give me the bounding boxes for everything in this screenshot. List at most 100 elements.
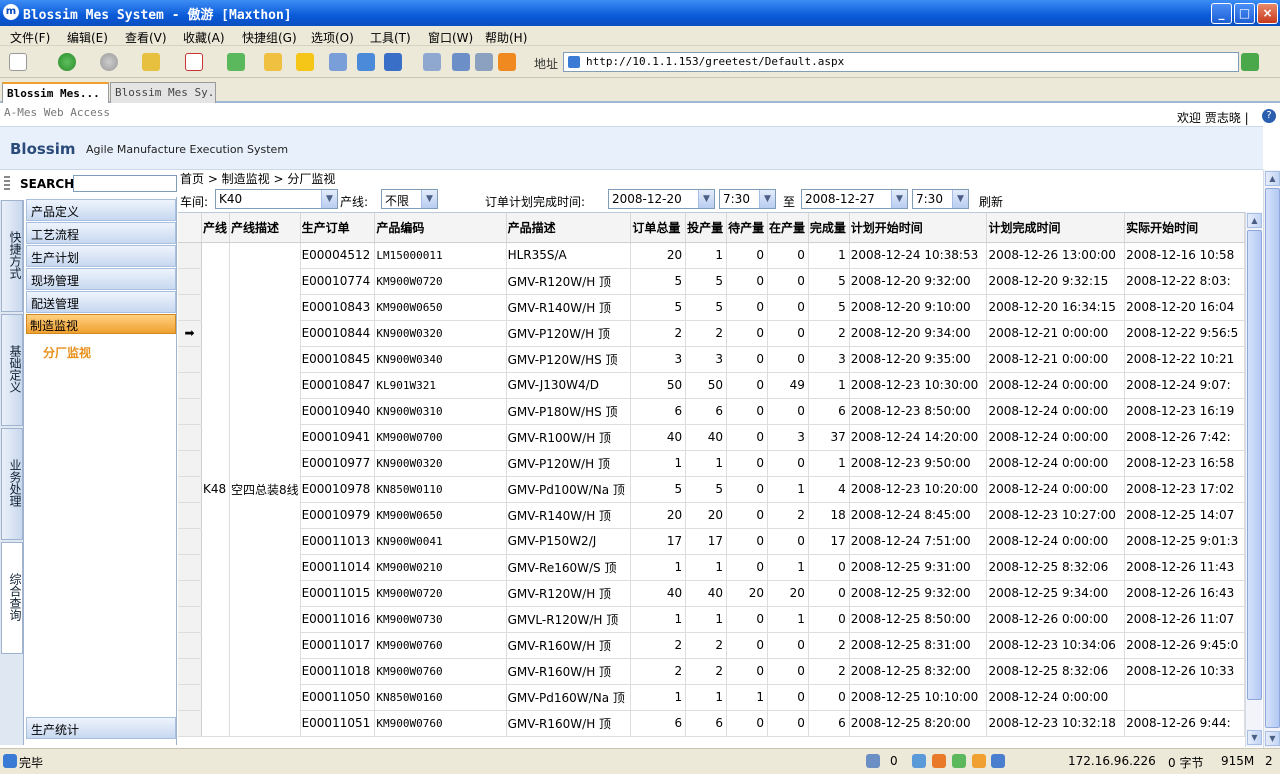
network-icon[interactable] — [952, 754, 966, 768]
stop-icon[interactable] — [185, 53, 203, 71]
table-row[interactable]: E00010978 KN850W0110 GMV-Pd100W/Na 顶550142… — [178, 476, 1245, 503]
row-indicator[interactable] — [178, 554, 202, 581]
table-row[interactable]: E00010843 KM900W0650 GMV-R140W/H 顶 5 5 0 0 5 200… — [178, 294, 1245, 321]
row-indicator[interactable] — [178, 346, 202, 373]
help-icon[interactable]: ? — [1262, 109, 1276, 123]
menu-groups[interactable]: 快捷组(G) — [242, 29, 297, 46]
to-date-select[interactable]: 2008-12-27 ▼ — [801, 189, 908, 209]
drag-handle[interactable] — [4, 176, 10, 192]
row-indicator[interactable] — [178, 710, 202, 737]
tab-inactive[interactable]: Blossim Mes Sy... — [110, 82, 216, 103]
sidebar-item-delivery[interactable]: 配送管理 — [26, 291, 176, 313]
plugin-icon[interactable] — [932, 754, 946, 768]
menu-view[interactable]: 查看(V) — [125, 29, 167, 46]
new-page-icon[interactable] — [9, 53, 27, 71]
col-header[interactable]: 产品描述 — [506, 213, 632, 243]
row-indicator[interactable] — [178, 398, 202, 425]
sidebar-item-process[interactable]: 工艺流程 — [26, 222, 176, 244]
sidebar-item-monitor[interactable]: 制造监视 — [26, 314, 176, 334]
table-row[interactable]: E00010847 KL901W321 GMV-J130W4/D 50 50 0 49 1 20… — [178, 372, 1245, 399]
screen-icon[interactable] — [991, 754, 1005, 768]
col-header[interactable]: 计划开始时间 — [849, 213, 988, 243]
table-row[interactable]: E00011017 KM900W0760 GMV-R160W/H 顶 2 2 0 0 2 200… — [178, 632, 1245, 659]
table-row[interactable]: E00011015 KM900W0720 GMV-R120W/H 顶 40 40 20 20… — [178, 580, 1245, 607]
favorites-star-icon[interactable] — [296, 53, 314, 71]
table-row[interactable]: E00010845 KN900W0340 GMV-P120W/HS 顶 3 3 0 0 3 20… — [178, 346, 1245, 373]
list-icon[interactable] — [452, 53, 470, 71]
row-indicator[interactable] — [178, 502, 202, 529]
row-indicator[interactable] — [178, 268, 202, 295]
settings-icon[interactable] — [972, 754, 986, 768]
row-indicator[interactable] — [178, 450, 202, 477]
menu-window[interactable]: 窗口(W) — [428, 29, 473, 46]
up-icon[interactable] — [142, 53, 160, 71]
col-header[interactable]: 产线描述 — [229, 213, 301, 243]
row-indicator[interactable] — [178, 242, 202, 269]
menu-tools[interactable]: 工具(T) — [370, 29, 411, 46]
col-header[interactable]: 产线 — [201, 213, 230, 243]
table-row[interactable]: ➡ E00010844 KN900W0320 GMV-P120W/H 顶 2 2 0 0 2 20… — [178, 320, 1245, 347]
scroll-thumb[interactable] — [1265, 188, 1280, 728]
table-row[interactable]: E00010977 KN900W0320 GMV-P120W/H 顶 1 1 0 0 1 200… — [178, 450, 1245, 477]
row-indicator[interactable] — [178, 528, 202, 555]
search-input[interactable] — [73, 175, 177, 192]
row-indicator[interactable] — [178, 476, 202, 503]
menu-edit[interactable]: 编辑(E) — [67, 29, 108, 46]
sync-icon[interactable] — [912, 754, 926, 768]
groups-icon[interactable] — [329, 53, 347, 71]
go-icon[interactable] — [1241, 53, 1259, 71]
vtab-base-definitions[interactable]: 基础定义 — [1, 314, 23, 426]
table-row[interactable]: K48 空四总装8线 E00004512 LM15000011 HLR35S/A 20 1 0… — [178, 242, 1245, 737]
from-time-select[interactable]: 7:30 ▼ — [719, 189, 776, 209]
scroll-down-icon[interactable]: ▼ — [1247, 730, 1262, 745]
page-scrollbar[interactable]: ▲ ▼ — [1263, 170, 1280, 748]
scroll-up-icon[interactable]: ▲ — [1247, 213, 1262, 228]
col-header[interactable]: 产品编码 — [374, 213, 507, 243]
from-date-select[interactable]: 2008-12-20 ▼ — [608, 189, 715, 209]
vtab-query[interactable]: 综合查询 — [1, 542, 23, 654]
table-row[interactable]: E00011018 KM900W0760 GMV-R160W/H 顶 2 2 0 0 2 200… — [178, 658, 1245, 685]
scroll-down-icon[interactable]: ▼ — [1265, 731, 1280, 746]
table-row[interactable]: E00011016 KM900W0730 GMVL-R120W/H 顶 1 1 0 1 0 20… — [178, 606, 1245, 633]
line-select[interactable]: 不限 ▼ — [381, 189, 438, 209]
sidebar-item-statistics[interactable]: 生产统计 — [26, 717, 176, 739]
sidebar-item-plan[interactable]: 生产计划 — [26, 245, 176, 267]
scroll-up-icon[interactable]: ▲ — [1265, 171, 1280, 186]
table-row[interactable]: E00010940 KN900W0310 GMV-P180W/HS 顶 6 6 0 0 6 20… — [178, 398, 1245, 425]
edit-icon[interactable] — [475, 53, 493, 71]
address-url[interactable]: http://10.1.1.153/greetest/Default.aspx — [586, 55, 844, 68]
grid-scrollbar[interactable]: ▲ ▼ — [1245, 212, 1262, 747]
home-icon[interactable] — [264, 53, 282, 71]
menu-options[interactable]: 选项(O) — [311, 29, 354, 46]
row-indicator[interactable] — [178, 424, 202, 451]
window-icon[interactable] — [357, 53, 375, 71]
sidebar-item-site[interactable]: 现场管理 — [26, 268, 176, 290]
col-header[interactable]: 在产量 — [767, 213, 809, 243]
vtab-business[interactable]: 业务处理 — [1, 428, 23, 540]
maximize-button[interactable]: □ — [1234, 3, 1255, 24]
minimize-button[interactable]: _ — [1211, 3, 1232, 24]
row-indicator[interactable] — [178, 658, 202, 685]
menu-file[interactable]: 文件(F) — [10, 29, 50, 46]
popup-blocker-icon[interactable] — [866, 754, 880, 768]
close-button[interactable]: × — [1257, 3, 1278, 24]
refresh-icon[interactable] — [227, 53, 245, 71]
menu-favorites[interactable]: 收藏(A) — [183, 29, 225, 46]
table-row[interactable]: E00011051 KM900W0760 GMV-R160W/H 顶 6 6 0 0 6 200… — [178, 710, 1245, 737]
workshop-select[interactable]: K40 ▼ — [215, 189, 338, 209]
row-indicator[interactable] — [178, 580, 202, 607]
rss-icon[interactable] — [498, 53, 516, 71]
row-indicator[interactable] — [178, 372, 202, 399]
table-row[interactable]: E00011050 KN850W0160 GMV-Pd160W/Na 顶111002… — [178, 684, 1245, 711]
row-indicator[interactable] — [178, 606, 202, 633]
back-icon[interactable] — [58, 53, 76, 71]
refresh-link[interactable]: 刷新 — [979, 193, 1003, 210]
row-indicator[interactable] — [178, 684, 202, 711]
table-row[interactable]: E00011014 KM900W0210 GMV-Re160W/S 顶 1 1 0 1 0 20… — [178, 554, 1245, 581]
to-time-select[interactable]: 7:30 ▼ — [912, 189, 969, 209]
row-indicator[interactable] — [178, 632, 202, 659]
table-row[interactable]: E00010979 KM900W0650 GMV-R140W/H 顶 20 20 0 2 18… — [178, 502, 1245, 529]
address-bar[interactable]: http://10.1.1.153/greetest/Default.aspx — [563, 52, 1239, 72]
menu-help[interactable]: 帮助(H) — [485, 29, 527, 46]
col-header[interactable]: 实际开始时间 — [1124, 213, 1245, 243]
